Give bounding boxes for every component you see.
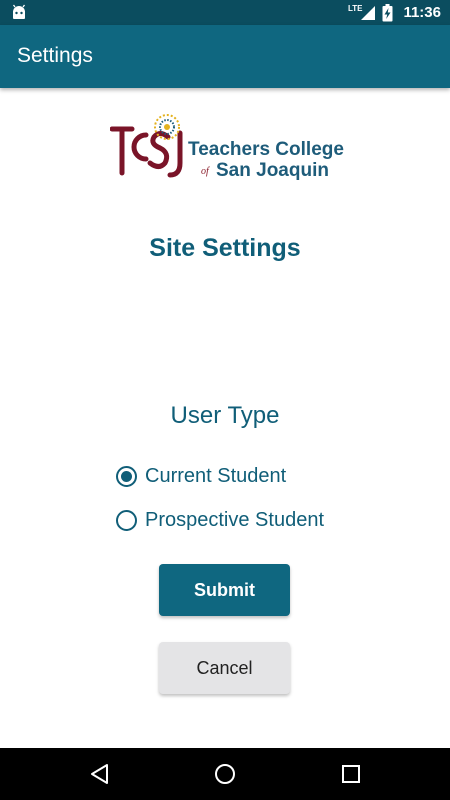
radio-prospective-student[interactable]: Prospective Student bbox=[116, 505, 324, 535]
cancel-button[interactable]: Cancel bbox=[159, 642, 290, 694]
logo-text-line1: Teachers College bbox=[188, 139, 344, 160]
tcsj-monogram bbox=[110, 114, 183, 178]
clock: 11:36 bbox=[403, 4, 441, 21]
tcsj-logo: Teachers College of San Joaquin bbox=[110, 113, 345, 183]
radio-label-current-student: Current Student bbox=[145, 464, 287, 487]
signal-icon bbox=[361, 5, 376, 20]
navigation-bar bbox=[0, 748, 450, 800]
user-type-label: User Type bbox=[170, 402, 280, 429]
logo-text-of: of bbox=[201, 166, 209, 177]
page-title: Site Settings bbox=[149, 234, 301, 262]
back-icon[interactable] bbox=[86, 760, 114, 788]
radio-label-prospective-student: Prospective Student bbox=[145, 508, 324, 531]
recent-apps-icon[interactable] bbox=[337, 760, 365, 788]
battery-charging-icon bbox=[382, 3, 393, 21]
submit-button[interactable]: Submit bbox=[159, 564, 290, 616]
app-bar: Settings bbox=[0, 25, 450, 88]
status-bar: LTE 11:36 bbox=[0, 0, 450, 25]
lte-label: LTE bbox=[347, 4, 363, 13]
radio-button-unchecked[interactable] bbox=[116, 509, 137, 531]
radio-current-student[interactable]: Current Student bbox=[116, 461, 286, 491]
app-bar-title: Settings bbox=[17, 44, 93, 67]
android-icon bbox=[12, 4, 26, 19]
radio-button-checked[interactable] bbox=[116, 465, 137, 487]
home-icon[interactable] bbox=[211, 760, 239, 788]
logo-text-line2: San Joaquin bbox=[216, 160, 329, 181]
